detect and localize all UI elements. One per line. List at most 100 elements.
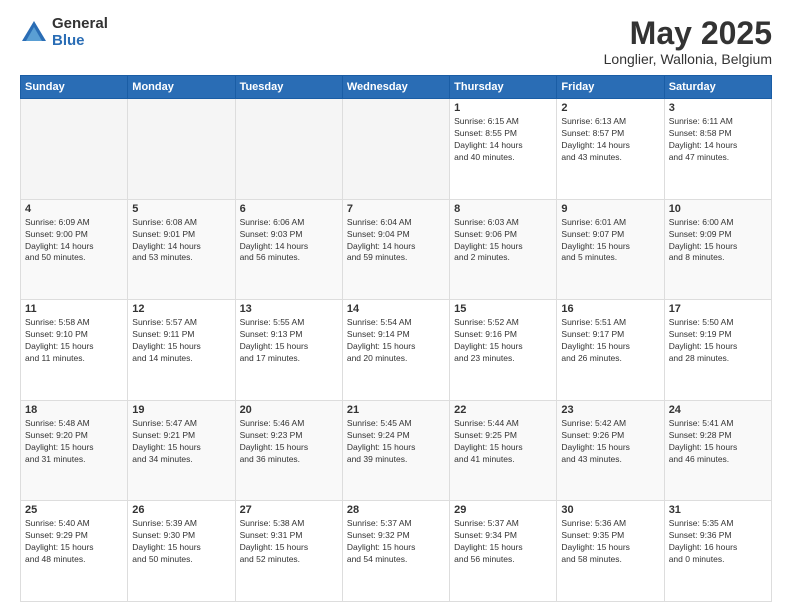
day-header-row: SundayMondayTuesdayWednesdayThursdayFrid…: [21, 76, 772, 99]
day-header-thursday: Thursday: [450, 76, 557, 99]
day-header-friday: Friday: [557, 76, 664, 99]
day-info: Sunrise: 5:42 AMSunset: 9:26 PMDaylight:…: [561, 418, 659, 466]
day-number: 21: [347, 404, 445, 416]
day-info: Sunrise: 6:03 AMSunset: 9:06 PMDaylight:…: [454, 217, 552, 265]
day-number: 25: [25, 504, 123, 516]
calendar-cell: 4 Sunrise: 6:09 AMSunset: 9:00 PMDaylight…: [21, 199, 128, 300]
day-info: Sunrise: 5:57 AMSunset: 9:11 PMDaylight:…: [132, 317, 230, 365]
calendar-body: 1 Sunrise: 6:15 AMSunset: 8:55 PMDaylight…: [21, 99, 772, 602]
calendar-week-3: 11 Sunrise: 5:58 AMSunset: 9:10 PMDayligh…: [21, 300, 772, 401]
calendar-cell: 20Sunrise: 5:46 AMSunset: 9:23 PMDayligh…: [235, 400, 342, 501]
day-number: 17: [669, 303, 767, 315]
day-number: 10: [669, 203, 767, 215]
day-number: 16: [561, 303, 659, 315]
logo-text: General Blue: [52, 16, 108, 49]
day-number: 12: [132, 303, 230, 315]
calendar-cell: 19 Sunrise: 5:47 AMSunset: 9:21 PMDayligh…: [128, 400, 235, 501]
calendar-week-5: 25 Sunrise: 5:40 AMSunset: 9:29 PMDayligh…: [21, 501, 772, 602]
day-number: 27: [240, 504, 338, 516]
calendar-cell: 26Sunrise: 5:39 AMSunset: 9:30 PMDayligh…: [128, 501, 235, 602]
calendar-cell: [21, 99, 128, 200]
day-number: 23: [561, 404, 659, 416]
calendar-cell: 17 Sunrise: 5:50 AMSunset: 9:19 PMDayligh…: [664, 300, 771, 401]
calendar-cell: 28Sunrise: 5:37 AMSunset: 9:32 PMDayligh…: [342, 501, 449, 602]
header: General Blue May 2025 Longlier, Wallonia…: [20, 16, 772, 67]
calendar-cell: 12 Sunrise: 5:57 AMSunset: 9:11 PMDayligh…: [128, 300, 235, 401]
day-number: 1: [454, 102, 552, 114]
day-number: 14: [347, 303, 445, 315]
calendar-week-2: 4 Sunrise: 6:09 AMSunset: 9:00 PMDaylight…: [21, 199, 772, 300]
calendar-cell: 9Sunrise: 6:01 AMSunset: 9:07 PMDaylight…: [557, 199, 664, 300]
day-info: Sunrise: 5:51 AMSunset: 9:17 PMDaylight:…: [561, 317, 659, 365]
calendar-cell: 2 Sunrise: 6:13 AMSunset: 8:57 PMDaylight…: [557, 99, 664, 200]
day-info: Sunrise: 5:38 AMSunset: 9:31 PMDaylight:…: [240, 518, 338, 566]
day-number: 24: [669, 404, 767, 416]
day-info: Sunrise: 6:04 AMSunset: 9:04 PMDaylight:…: [347, 217, 445, 265]
day-number: 5: [132, 203, 230, 215]
day-number: 26: [132, 504, 230, 516]
day-info: Sunrise: 5:35 AMSunset: 9:36 PMDaylight:…: [669, 518, 767, 566]
calendar-cell: 14 Sunrise: 5:54 AMSunset: 9:14 PMDayligh…: [342, 300, 449, 401]
calendar-cell: 25 Sunrise: 5:40 AMSunset: 9:29 PMDayligh…: [21, 501, 128, 602]
day-info: Sunrise: 6:08 AMSunset: 9:01 PMDaylight:…: [132, 217, 230, 265]
calendar-cell: 1 Sunrise: 6:15 AMSunset: 8:55 PMDaylight…: [450, 99, 557, 200]
calendar-cell: 13Sunrise: 5:55 AMSunset: 9:13 PMDayligh…: [235, 300, 342, 401]
calendar-cell: 27 Sunrise: 5:38 AMSunset: 9:31 PMDayligh…: [235, 501, 342, 602]
day-info: Sunrise: 5:40 AMSunset: 9:29 PMDaylight:…: [25, 518, 123, 566]
calendar-cell: 31Sunrise: 5:35 AMSunset: 9:36 PMDayligh…: [664, 501, 771, 602]
day-header-tuesday: Tuesday: [235, 76, 342, 99]
title-block: May 2025 Longlier, Wallonia, Belgium: [604, 16, 772, 67]
calendar-cell: 16 Sunrise: 5:51 AMSunset: 9:17 PMDayligh…: [557, 300, 664, 401]
calendar-cell: 8Sunrise: 6:03 AMSunset: 9:06 PMDaylight…: [450, 199, 557, 300]
calendar-cell: 11 Sunrise: 5:58 AMSunset: 9:10 PMDayligh…: [21, 300, 128, 401]
calendar-cell: 6Sunrise: 6:06 AMSunset: 9:03 PMDaylight…: [235, 199, 342, 300]
calendar-cell: 24Sunrise: 5:41 AMSunset: 9:28 PMDayligh…: [664, 400, 771, 501]
day-info: Sunrise: 5:58 AMSunset: 9:10 PMDaylight:…: [25, 317, 123, 365]
calendar-cell: 22Sunrise: 5:44 AMSunset: 9:25 PMDayligh…: [450, 400, 557, 501]
day-number: 30: [561, 504, 659, 516]
day-info: Sunrise: 6:15 AMSunset: 8:55 PMDaylight:…: [454, 116, 552, 164]
calendar-cell: [342, 99, 449, 200]
day-info: Sunrise: 5:50 AMSunset: 9:19 PMDaylight:…: [669, 317, 767, 365]
day-header-wednesday: Wednesday: [342, 76, 449, 99]
calendar-cell: [235, 99, 342, 200]
day-info: Sunrise: 5:37 AMSunset: 9:32 PMDaylight:…: [347, 518, 445, 566]
calendar-cell: [128, 99, 235, 200]
calendar-cell: 30Sunrise: 5:36 AMSunset: 9:35 PMDayligh…: [557, 501, 664, 602]
day-info: Sunrise: 6:11 AMSunset: 8:58 PMDaylight:…: [669, 116, 767, 164]
day-number: 22: [454, 404, 552, 416]
day-info: Sunrise: 6:00 AMSunset: 9:09 PMDaylight:…: [669, 217, 767, 265]
day-header-monday: Monday: [128, 76, 235, 99]
day-info: Sunrise: 5:52 AMSunset: 9:16 PMDaylight:…: [454, 317, 552, 365]
day-info: Sunrise: 6:13 AMSunset: 8:57 PMDaylight:…: [561, 116, 659, 164]
calendar-cell: 23 Sunrise: 5:42 AMSunset: 9:26 PMDayligh…: [557, 400, 664, 501]
day-header-sunday: Sunday: [21, 76, 128, 99]
logo: General Blue: [20, 16, 108, 49]
day-number: 2: [561, 102, 659, 114]
day-info: Sunrise: 5:55 AMSunset: 9:13 PMDaylight:…: [240, 317, 338, 365]
day-number: 4: [25, 203, 123, 215]
day-number: 11: [25, 303, 123, 315]
calendar-cell: 21Sunrise: 5:45 AMSunset: 9:24 PMDayligh…: [342, 400, 449, 501]
page-title: May 2025: [604, 16, 772, 51]
calendar-cell: 10 Sunrise: 6:00 AMSunset: 9:09 PMDayligh…: [664, 199, 771, 300]
day-info: Sunrise: 5:47 AMSunset: 9:21 PMDaylight:…: [132, 418, 230, 466]
day-number: 3: [669, 102, 767, 114]
day-number: 19: [132, 404, 230, 416]
day-info: Sunrise: 5:48 AMSunset: 9:20 PMDaylight:…: [25, 418, 123, 466]
day-info: Sunrise: 5:37 AMSunset: 9:34 PMDaylight:…: [454, 518, 552, 566]
day-number: 7: [347, 203, 445, 215]
calendar-week-1: 1 Sunrise: 6:15 AMSunset: 8:55 PMDaylight…: [21, 99, 772, 200]
day-info: Sunrise: 6:01 AMSunset: 9:07 PMDaylight:…: [561, 217, 659, 265]
page: General Blue May 2025 Longlier, Wallonia…: [0, 0, 792, 612]
logo-icon: [20, 19, 48, 47]
day-info: Sunrise: 6:09 AMSunset: 9:00 PMDaylight:…: [25, 217, 123, 265]
day-number: 6: [240, 203, 338, 215]
logo-blue-text: Blue: [52, 33, 108, 50]
calendar-cell: 7 Sunrise: 6:04 AMSunset: 9:04 PMDaylight…: [342, 199, 449, 300]
day-info: Sunrise: 5:54 AMSunset: 9:14 PMDaylight:…: [347, 317, 445, 365]
calendar-cell: 3 Sunrise: 6:11 AMSunset: 8:58 PMDaylight…: [664, 99, 771, 200]
calendar-table: SundayMondayTuesdayWednesdayThursdayFrid…: [20, 75, 772, 602]
calendar-week-4: 18Sunrise: 5:48 AMSunset: 9:20 PMDayligh…: [21, 400, 772, 501]
day-number: 29: [454, 504, 552, 516]
